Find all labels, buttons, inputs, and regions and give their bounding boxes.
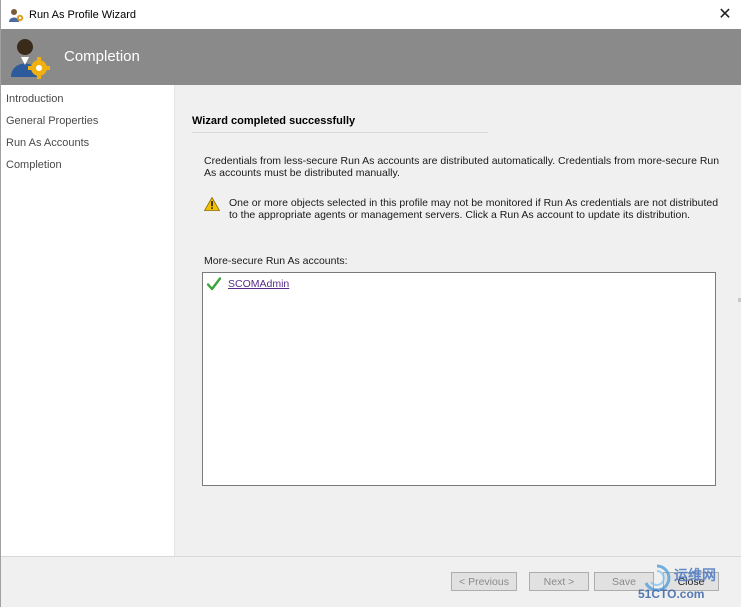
page-title: Completion xyxy=(64,48,140,65)
window-close-button[interactable]: ✕ xyxy=(716,5,734,23)
nav-item-general-properties[interactable]: General Properties xyxy=(1,110,174,132)
section-title: Wizard completed successfully xyxy=(192,115,356,127)
watermark-text-cn: 运维网 xyxy=(674,567,716,583)
list-item[interactable]: SCOMAdmin xyxy=(205,276,289,292)
wizard-window: Run As Profile Wizard ✕ Completion Intro… xyxy=(0,0,741,607)
wizard-header: Completion xyxy=(1,29,741,85)
site-watermark: 运维网 51CTO.com xyxy=(634,563,738,603)
account-link-scomadmin[interactable]: SCOMAdmin xyxy=(228,278,289,290)
more-secure-accounts-list[interactable]: SCOMAdmin xyxy=(202,272,716,486)
accounts-list-label: More-secure Run As accounts: xyxy=(204,255,348,267)
nav-item-run-as-accounts[interactable]: Run As Accounts xyxy=(1,132,174,154)
green-check-icon xyxy=(206,277,222,291)
user-gear-icon xyxy=(8,35,50,79)
wizard-app-icon xyxy=(8,7,24,23)
nav-item-introduction[interactable]: Introduction xyxy=(1,88,174,110)
warning-message: One or more objects selected in this pro… xyxy=(229,197,719,221)
section-divider xyxy=(192,132,488,133)
content-pane: Wizard completed successfully Credential… xyxy=(175,85,741,556)
distribution-description: Credentials from less-secure Run As acco… xyxy=(204,155,720,179)
next-button[interactable]: Next > xyxy=(529,572,589,591)
warning-icon xyxy=(203,196,221,211)
wizard-step-nav: Introduction General Properties Run As A… xyxy=(1,85,175,556)
button-bar: < Previous Next > Save Close 运维网 51CTO.c… xyxy=(1,556,741,607)
nav-item-completion[interactable]: Completion xyxy=(1,154,174,176)
watermark-text-site: 51CTO.com xyxy=(638,587,705,601)
window-title: Run As Profile Wizard xyxy=(29,8,136,21)
title-bar: Run As Profile Wizard ✕ xyxy=(1,0,741,29)
previous-button[interactable]: < Previous xyxy=(451,572,517,591)
